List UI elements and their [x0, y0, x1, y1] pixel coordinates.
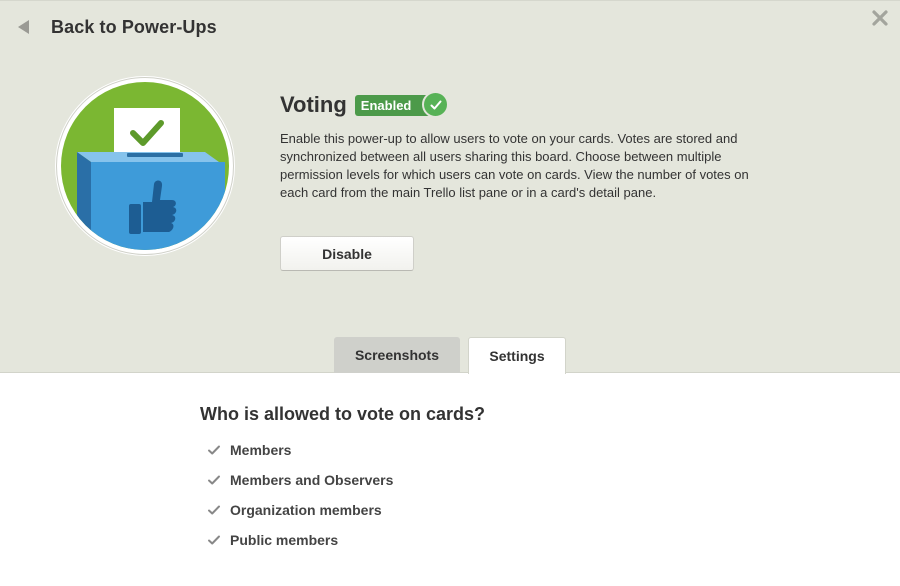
tab-settings[interactable]: Settings [468, 337, 566, 374]
checkmark-icon [208, 505, 220, 515]
voting-logo [55, 76, 235, 256]
option-label: Members [230, 442, 292, 458]
option-members[interactable]: Members [207, 440, 291, 460]
status-badge: Enabled [354, 91, 450, 118]
ballot-box-thumbs-up-icon [55, 76, 235, 256]
settings-question: Who is allowed to vote on cards? [200, 404, 486, 424]
close-icon [872, 10, 888, 26]
option-members-and-observers[interactable]: Members and Observers [207, 470, 393, 490]
option-public-members[interactable]: Public members [207, 530, 338, 550]
option-label: Members and Observers [230, 472, 394, 488]
checkmark-icon [208, 445, 220, 455]
close-button[interactable] [870, 8, 890, 28]
powerup-description: Enable this power-up to allow users to v… [280, 131, 749, 200]
back-to-powerups-link[interactable]: Back to Power-Ups [16, 14, 217, 40]
back-arrow-icon [18, 20, 29, 34]
option-label: Organization members [230, 502, 382, 518]
tab-screenshots[interactable]: Screenshots [334, 337, 460, 373]
option-organization-members[interactable]: Organization members [207, 500, 382, 520]
back-label: Back to Power-Ups [51, 16, 217, 37]
powerup-title: Voting [280, 92, 347, 117]
checkmark-icon [208, 535, 220, 545]
disable-button[interactable]: Disable [280, 236, 414, 271]
checkmark-icon [208, 475, 220, 485]
powerup-title-row: Voting Enabled [280, 90, 450, 120]
option-label: Public members [230, 532, 339, 548]
